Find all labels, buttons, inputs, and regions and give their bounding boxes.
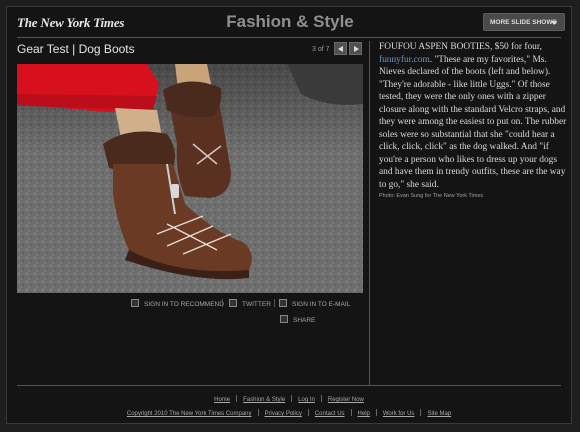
- email-label: SIGN IN TO E-MAIL: [292, 301, 351, 308]
- footer-legal: Copyright 2010 The New York Times Compan…: [7, 407, 571, 421]
- slideshow-frame: The New York Times Fashion & Style MORE …: [6, 6, 572, 424]
- caption-text: . "These are my favorites," Ms. Nieves d…: [379, 54, 567, 190]
- footer: Home Fashion & Style Log In Register Now Co…: [7, 393, 571, 421]
- footer-link-home[interactable]: Home: [214, 397, 230, 403]
- footer-link-site-map[interactable]: Site Map: [427, 411, 451, 417]
- share-separator: [222, 299, 223, 307]
- recommend-link[interactable]: SIGN IN TO RECOMMEND: [131, 299, 224, 308]
- previous-slide-button[interactable]: [334, 42, 347, 55]
- slide-photo: [17, 64, 363, 293]
- share-label: SHARE: [293, 317, 316, 324]
- header-divider: [17, 37, 561, 38]
- footer-separator: [420, 409, 422, 416]
- arrow-left-icon: [338, 45, 343, 52]
- photo-credit: Photo: Evan Sung for The New York Times: [379, 193, 484, 199]
- checkbox-icon: [131, 299, 139, 307]
- footer-separator: [257, 409, 259, 416]
- footer-separator: [320, 395, 322, 402]
- footer-nav: Home Fashion & Style Log In Register Now: [7, 393, 571, 407]
- slide-counter: 3 of 7: [312, 46, 330, 53]
- dog-boots-photo: [17, 64, 363, 293]
- footer-link-fashion-style[interactable]: Fashion & Style: [243, 397, 285, 403]
- gallery-title: Gear Test | Dog Boots: [17, 42, 135, 56]
- footer-separator: [350, 409, 352, 416]
- footer-link-contact[interactable]: Contact Us: [315, 411, 345, 417]
- footer-link-register[interactable]: Register Now: [328, 397, 364, 403]
- footer-link-privacy[interactable]: Privacy Policy: [265, 411, 302, 417]
- column-divider: [369, 41, 370, 385]
- slide-caption: FOUFOU ASPEN BOOTIES, $50 for four, funn…: [379, 41, 567, 191]
- next-slide-button[interactable]: [349, 42, 362, 55]
- recommend-label: SIGN IN TO RECOMMEND: [144, 301, 224, 308]
- caption-text: FOUFOU ASPEN BOOTIES, $50 for four,: [379, 42, 542, 52]
- header: The New York Times Fashion & Style MORE …: [7, 7, 573, 39]
- more-slide-shows-button[interactable]: MORE SLIDE SHOWS: [483, 13, 565, 31]
- twitter-link[interactable]: TWITTER: [229, 299, 271, 308]
- footer-divider: [17, 385, 561, 386]
- footer-separator: [236, 395, 238, 402]
- chevron-down-icon: [551, 21, 557, 25]
- share-toolbar: SIGN IN TO RECOMMEND TWITTER SIGN IN TO …: [127, 299, 367, 324]
- footer-link-log-in[interactable]: Log In: [298, 397, 315, 403]
- footer-separator: [291, 395, 293, 402]
- email-link[interactable]: SIGN IN TO E-MAIL: [279, 299, 350, 308]
- footer-link-work[interactable]: Work for Us: [383, 411, 415, 417]
- footer-separator: [375, 409, 377, 416]
- share-separator: [274, 299, 275, 307]
- footer-separator: [307, 409, 309, 416]
- email-icon: [279, 299, 287, 307]
- footer-link-help[interactable]: Help: [358, 411, 370, 417]
- caption-link[interactable]: funnyfur.com: [379, 55, 430, 65]
- plus-icon: [280, 315, 288, 323]
- more-slide-shows-label: MORE SLIDE SHOWS: [490, 19, 557, 26]
- footer-copyright[interactable]: Copyright 2010 The New York Times Compan…: [127, 411, 252, 417]
- share-link[interactable]: SHARE: [280, 315, 315, 324]
- twitter-label: TWITTER: [242, 301, 271, 308]
- arrow-right-icon: [354, 45, 359, 52]
- twitter-icon: [229, 299, 237, 307]
